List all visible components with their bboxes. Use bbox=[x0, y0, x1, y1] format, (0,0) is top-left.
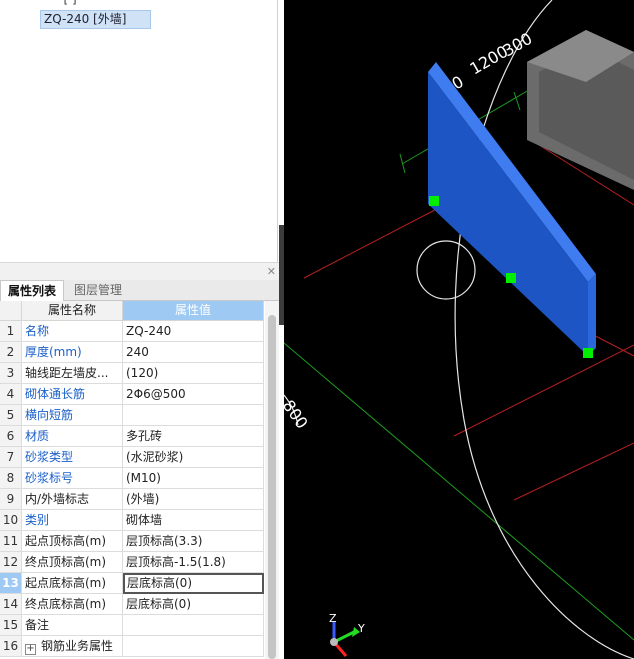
grid-body: 1 名称 ZQ-240 2 厚度(mm) 240 3 轴线距左墙皮... (120) 4 砌体通长筋… bbox=[0, 321, 264, 657]
property-name: 砌体通长筋 bbox=[22, 384, 123, 405]
row-number: 8 bbox=[0, 468, 22, 489]
row-number: 16 bbox=[0, 636, 22, 657]
header-property-name: 属性名称 bbox=[22, 301, 123, 321]
row-number: 7 bbox=[0, 447, 22, 468]
property-name: 名称 bbox=[22, 321, 123, 342]
property-name: 终点顶标高(m) bbox=[22, 552, 123, 573]
property-value-cell[interactable] bbox=[123, 636, 264, 657]
property-name: 砂浆标号 bbox=[22, 468, 123, 489]
property-value-cell[interactable]: 层底标高(0) bbox=[123, 594, 264, 615]
table-row[interactable]: 10 类别 砌体墙 bbox=[0, 510, 264, 531]
table-row[interactable]: 13 起点底标高(m) 层底标高(0) bbox=[0, 573, 264, 594]
table-row[interactable]: 12 终点顶标高(m) 层顶标高-1.5(1.8) bbox=[0, 552, 264, 573]
tab-layer-management[interactable]: 图层管理 bbox=[67, 280, 129, 301]
row-number: 6 bbox=[0, 426, 22, 447]
tree-item-partial[interactable]: — · [·] — bbox=[40, 0, 92, 6]
viewport-canvas[interactable]: 0 1200 300 800 Z Y bbox=[284, 0, 634, 659]
gray-wall-block bbox=[527, 30, 634, 190]
row-number: 11 bbox=[0, 531, 22, 552]
property-value-cell[interactable]: 层顶标高-1.5(1.8) bbox=[123, 552, 264, 573]
dim-label-800: 800 bbox=[284, 396, 312, 432]
table-row[interactable]: 8 砂浆标号 (M10) bbox=[0, 468, 264, 489]
header-row-number bbox=[0, 301, 22, 321]
row-number: 12 bbox=[0, 552, 22, 573]
property-name: 砂浆类型 bbox=[22, 447, 123, 468]
row-number: 4 bbox=[0, 384, 22, 405]
table-row[interactable]: 16 + 钢筋业务属性 bbox=[0, 636, 264, 657]
axis-y-label: Y bbox=[357, 622, 365, 635]
table-row[interactable]: 5 横向短筋 bbox=[0, 405, 264, 426]
property-value-cell[interactable]: 240 bbox=[123, 342, 264, 363]
header-property-value: 属性值 bbox=[123, 301, 264, 321]
component-tree[interactable]: — · [·] — ZQ-240 [外墙] bbox=[0, 0, 278, 262]
property-value-cell[interactable]: 多孔砖 bbox=[123, 426, 264, 447]
row-number: 10 bbox=[0, 510, 22, 531]
tree-item-selected[interactable]: ZQ-240 [外墙] bbox=[40, 10, 152, 29]
table-row[interactable]: 14 终点底标高(m) 层底标高(0) bbox=[0, 594, 264, 615]
table-row[interactable]: 7 砂浆类型 (水泥砂浆) bbox=[0, 447, 264, 468]
expand-icon[interactable]: + bbox=[25, 644, 36, 655]
property-value-cell[interactable]: 2Φ6@500 bbox=[123, 384, 264, 405]
property-value-cell[interactable]: 层顶标高(3.3) bbox=[123, 531, 264, 552]
property-value-cell[interactable]: (M10) bbox=[123, 468, 264, 489]
app-window: — · [·] — ZQ-240 [外墙] ✕ 属性列表 图层管理 属性名称 属… bbox=[0, 0, 634, 659]
table-row[interactable]: 11 起点顶标高(m) 层顶标高(3.3) bbox=[0, 531, 264, 552]
axis-z-label: Z bbox=[329, 612, 337, 625]
property-tabs: 属性列表 图层管理 bbox=[0, 280, 280, 301]
property-name: 横向短筋 bbox=[22, 405, 123, 426]
close-icon[interactable]: ✕ bbox=[267, 265, 276, 278]
row-number: 9 bbox=[0, 489, 22, 510]
property-value-cell[interactable]: (水泥砂浆) bbox=[123, 447, 264, 468]
property-name: 终点底标高(m) bbox=[22, 594, 123, 615]
tab-property-list[interactable]: 属性列表 bbox=[0, 280, 65, 301]
row-number: 5 bbox=[0, 405, 22, 426]
row-number: 13 bbox=[0, 573, 22, 594]
property-name: 类别 bbox=[22, 510, 123, 531]
property-grid: 属性名称 属性值 1 名称 ZQ-240 2 厚度(mm) 240 3 轴线距左墙皮... (1… bbox=[0, 301, 264, 657]
property-name: 轴线距左墙皮... bbox=[22, 363, 123, 384]
property-name-label: 钢筋业务属性 bbox=[41, 639, 114, 653]
row-number: 1 bbox=[0, 321, 22, 342]
property-value-cell[interactable]: (120) bbox=[123, 363, 264, 384]
table-row[interactable]: 15 备注 bbox=[0, 615, 264, 636]
property-value-cell[interactable]: 砌体墙 bbox=[123, 510, 264, 531]
property-name: 内/外墙标志 bbox=[22, 489, 123, 510]
property-name: 备注 bbox=[22, 615, 123, 636]
property-name: 起点底标高(m) bbox=[22, 573, 123, 594]
panel-divider[interactable]: ✕ bbox=[0, 262, 280, 280]
3d-viewport[interactable]: 0 1200 300 800 Z Y bbox=[284, 0, 634, 659]
table-row[interactable]: 1 名称 ZQ-240 bbox=[0, 321, 264, 342]
table-row[interactable]: 4 砌体通长筋 2Φ6@500 bbox=[0, 384, 264, 405]
property-value-cell[interactable] bbox=[123, 615, 264, 636]
table-row[interactable]: 9 内/外墙标志 (外墙) bbox=[0, 489, 264, 510]
property-name: 厚度(mm) bbox=[22, 342, 123, 363]
row-number: 3 bbox=[0, 363, 22, 384]
property-name: 起点顶标高(m) bbox=[22, 531, 123, 552]
row-number: 15 bbox=[0, 615, 22, 636]
left-panel: — · [·] — ZQ-240 [外墙] ✕ 属性列表 图层管理 属性名称 属… bbox=[0, 0, 280, 659]
axis-gizmo[interactable]: Z Y bbox=[329, 612, 365, 657]
table-row[interactable]: 6 材质 多孔砖 bbox=[0, 426, 264, 447]
property-value-cell[interactable]: (外墙) bbox=[123, 489, 264, 510]
table-row[interactable]: 2 厚度(mm) 240 bbox=[0, 342, 264, 363]
row-number: 2 bbox=[0, 342, 22, 363]
property-name: + 钢筋业务属性 bbox=[22, 636, 123, 657]
property-value-cell[interactable]: 层底标高(0) bbox=[123, 573, 264, 594]
table-row[interactable]: 3 轴线距左墙皮... (120) bbox=[0, 363, 264, 384]
property-value-cell[interactable]: ZQ-240 bbox=[123, 321, 264, 342]
property-value-cell[interactable] bbox=[123, 405, 264, 426]
property-name: 材质 bbox=[22, 426, 123, 447]
row-number: 14 bbox=[0, 594, 22, 615]
grid-header: 属性名称 属性值 bbox=[0, 301, 264, 321]
scrollbar-thumb[interactable] bbox=[268, 315, 276, 659]
